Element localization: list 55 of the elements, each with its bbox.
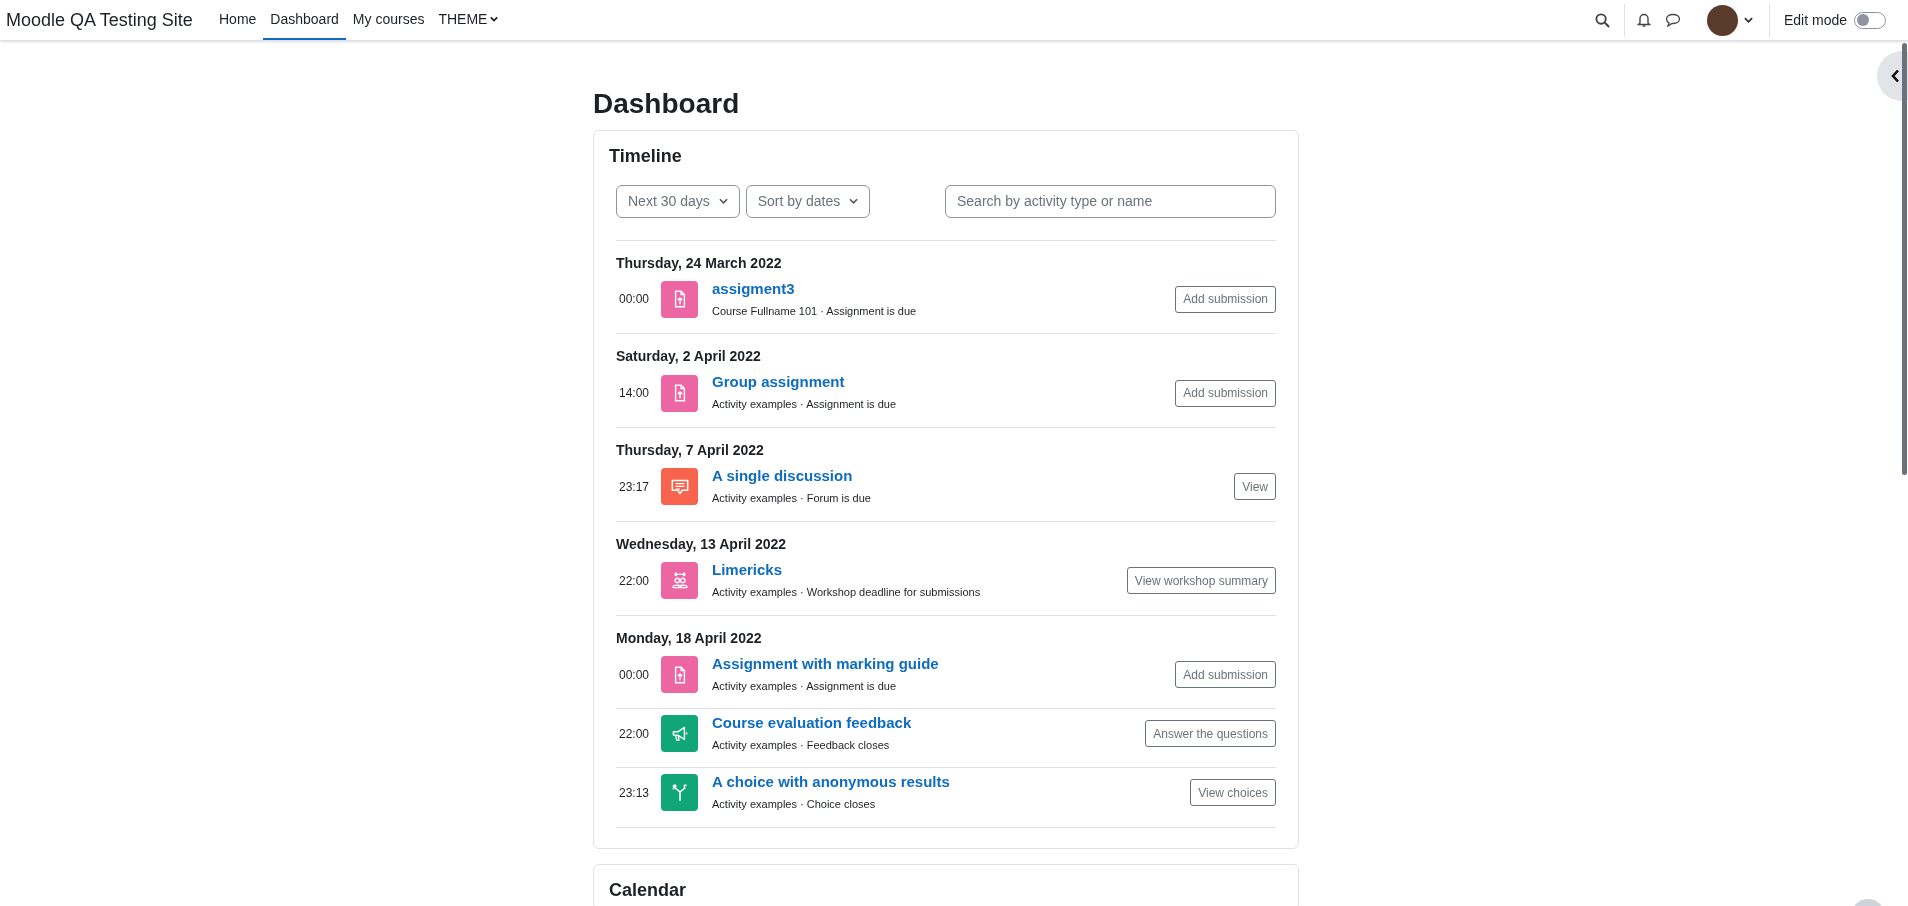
nav-link[interactable]: Dashboard <box>263 0 346 40</box>
event-time: 00:00 <box>618 666 651 684</box>
action-button[interactable]: View <box>1234 473 1276 501</box>
date-heading: Thursday, 24 March 2022 <box>616 253 783 273</box>
date-heading: Wednesday, 13 April 2022 <box>616 535 788 554</box>
search-field[interactable]: Search by activity type or name <box>945 184 1276 218</box>
avatar[interactable] <box>1706 4 1738 36</box>
event-details: Activity examples · Assignment is due <box>712 678 898 694</box>
sort-dropdown[interactable]: Sort by dates <box>745 184 871 218</box>
page-title: Dashboard <box>593 87 741 121</box>
event-time: 00:00 <box>618 291 651 309</box>
event-link[interactable]: Assignment with marking guide <box>712 654 939 673</box>
event-link[interactable]: Limericks <box>712 561 783 580</box>
caret-icon <box>849 198 859 205</box>
chat-icon[interactable] <box>1664 13 1681 27</box>
event-details: Activity examples · Workshop deadline for submissions <box>712 585 981 601</box>
scrollbar[interactable] <box>1902 43 1907 475</box>
edit-mode-toggle[interactable] <box>1854 11 1886 29</box>
action-button[interactable]: Add submission <box>1175 379 1276 407</box>
nav-link[interactable]: My courses <box>345 0 432 40</box>
caret-icon <box>718 198 728 205</box>
site-name[interactable]: Moodle QA Testing Site <box>0 6 212 34</box>
event-details: Activity examples · Assignment is due <box>712 397 897 413</box>
event-details: Activity examples · Choice closes <box>712 796 877 812</box>
event-link[interactable]: Group assignment <box>712 373 845 392</box>
date-filter-dropdown[interactable]: Next 30 days <box>616 184 740 218</box>
timeline-title: Timeline <box>609 144 683 168</box>
event-time: 14:00 <box>618 385 651 403</box>
event-link[interactable]: A choice with anonymous results <box>712 772 950 791</box>
event-time: 23:17 <box>618 479 651 496</box>
action-button[interactable]: View workshop summary <box>1126 567 1276 595</box>
event-details: Activity examples · Feedback closes <box>712 737 891 753</box>
calendar-title: Calendar <box>609 878 688 902</box>
bell-icon[interactable] <box>1636 12 1651 28</box>
edit-mode-label: Edit mode <box>1783 10 1847 30</box>
event-details: Activity examples · Forum is due <box>712 491 871 507</box>
event-time: 23:13 <box>618 784 651 802</box>
action-button[interactable]: View choices <box>1190 779 1276 807</box>
date-heading: Saturday, 2 April 2022 <box>616 347 762 367</box>
action-button[interactable]: Add submission <box>1175 661 1276 689</box>
date-heading: Monday, 18 April 2022 <box>616 628 763 648</box>
search-icon[interactable] <box>1594 12 1610 28</box>
event-link[interactable]: A single discussion <box>712 467 853 486</box>
event-time: 22:00 <box>618 725 651 743</box>
nav-link[interactable]: THEME <box>431 0 506 40</box>
nav-link[interactable]: Home <box>212 0 264 40</box>
date-heading: Thursday, 7 April 2022 <box>616 441 765 461</box>
event-link[interactable]: assigment3 <box>712 279 795 298</box>
event-link[interactable]: Course evaluation feedback <box>712 713 912 732</box>
action-button[interactable]: Answer the questions <box>1145 720 1276 748</box>
event-details: Course Fullname 101 · Assignment is due <box>712 303 917 319</box>
action-button[interactable]: Add submission <box>1175 285 1276 313</box>
chevron-left-icon <box>1891 69 1900 83</box>
caret-icon[interactable] <box>1743 17 1753 23</box>
event-time: 22:00 <box>618 572 651 590</box>
